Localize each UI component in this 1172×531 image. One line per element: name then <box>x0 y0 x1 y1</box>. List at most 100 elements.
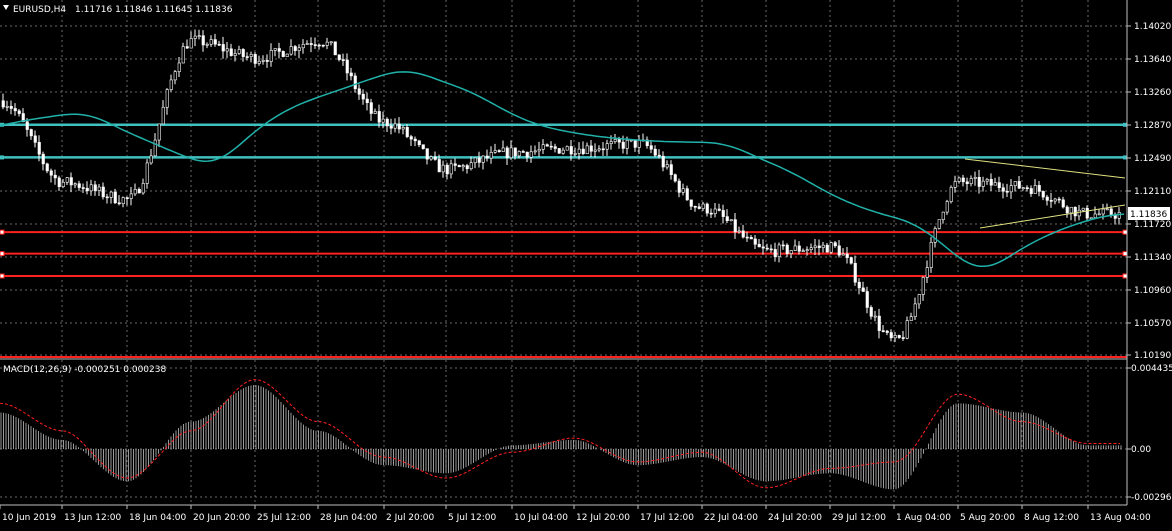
candle-body <box>409 136 413 140</box>
candle-body <box>885 330 889 333</box>
candle-body <box>553 146 557 149</box>
candle-body <box>557 148 561 154</box>
candle-body <box>729 219 733 222</box>
candle-body <box>837 245 841 256</box>
candle-body <box>465 165 469 169</box>
candle-body <box>1053 198 1057 202</box>
candle-body <box>925 267 929 278</box>
candle-body <box>45 163 49 172</box>
candle-body <box>697 206 701 209</box>
level-handle[interactable] <box>1123 122 1127 127</box>
candle-body <box>713 208 717 214</box>
candle-body <box>461 165 465 168</box>
candle-body <box>149 155 153 164</box>
candle-body <box>349 72 353 77</box>
candle-body <box>73 183 77 186</box>
level-handle[interactable] <box>1122 273 1128 279</box>
candle-body <box>1013 181 1017 186</box>
price-tick-label: 1.10570 <box>1134 319 1171 329</box>
candle-body <box>165 89 169 108</box>
candle-body <box>921 277 925 295</box>
candle-body <box>693 206 697 208</box>
macd-tick-label: 0.004435 <box>1131 364 1172 374</box>
candle-body <box>97 186 101 191</box>
candle-body <box>609 141 613 144</box>
candle-body <box>105 196 109 199</box>
candle-body <box>529 151 533 158</box>
candle-body <box>497 150 501 152</box>
candle-body <box>525 151 529 158</box>
candle-body <box>481 155 485 163</box>
candle-body <box>1 100 5 108</box>
candle-body <box>889 332 893 339</box>
candle-body <box>929 241 933 268</box>
candle-body <box>353 75 357 90</box>
candle-body <box>317 44 321 47</box>
candle-body <box>457 165 461 168</box>
price-tick-label: 1.13260 <box>1134 88 1171 98</box>
candle-body <box>813 245 817 249</box>
candle-body <box>81 187 85 189</box>
level-handle[interactable] <box>0 273 5 279</box>
candle-body <box>245 56 249 58</box>
candle-body <box>17 110 21 114</box>
candle-body <box>621 141 625 149</box>
candle-body <box>1073 206 1077 217</box>
level-handle[interactable] <box>1122 251 1128 257</box>
time-tick-label: 28 Jun 04:00 <box>320 513 377 523</box>
candle-body <box>633 139 637 148</box>
candle-body <box>701 203 705 209</box>
candle-body <box>873 315 877 318</box>
current-price-marker: 1.11836 <box>1128 207 1170 220</box>
candle-body <box>993 182 997 186</box>
candle-body <box>345 59 349 74</box>
candle-body <box>85 187 89 192</box>
candle-body <box>741 230 745 238</box>
level-handle[interactable] <box>0 229 5 235</box>
candle-body <box>913 303 917 317</box>
candle-body <box>765 247 769 250</box>
candle-body <box>1009 185 1013 193</box>
candle-body <box>209 39 213 45</box>
candle-body <box>357 88 361 95</box>
candle-body <box>1085 207 1089 219</box>
candle-body <box>1065 206 1069 214</box>
candle-body <box>953 181 957 188</box>
time-tick-label: 22 Jul 04:00 <box>704 513 758 523</box>
candle-body <box>681 188 685 193</box>
candle-body <box>453 163 457 166</box>
candle-body <box>521 151 525 153</box>
level-handle[interactable] <box>1123 155 1127 160</box>
candle-body <box>985 179 989 182</box>
candle-body <box>77 183 81 188</box>
candle-body <box>653 148 657 156</box>
chart-window[interactable]: 1.14020 1.13640 1.13260 1.12870 1.12490 1.121… <box>0 0 1172 527</box>
candle-body <box>197 35 201 38</box>
level-handle[interactable] <box>0 155 4 160</box>
candle-body <box>597 148 601 151</box>
candle-body <box>969 178 973 184</box>
candle-body <box>193 35 197 39</box>
candle-body <box>109 191 113 198</box>
level-handle[interactable] <box>1122 229 1128 235</box>
candle-body <box>869 307 873 317</box>
candle-body <box>469 162 473 169</box>
candle-body <box>337 54 341 60</box>
candle-body <box>593 149 597 152</box>
level-handle[interactable] <box>0 251 5 257</box>
candle-body <box>825 244 829 253</box>
candle-body <box>581 148 585 154</box>
time-tick-label: 18 Jun 04:00 <box>129 513 186 523</box>
candle-body <box>253 54 257 64</box>
candle-body <box>309 43 313 45</box>
candle-body <box>973 177 977 179</box>
candle-body <box>877 315 881 331</box>
symbol-label: EURUSD,H4 <box>13 5 66 15</box>
candle-body <box>957 177 961 182</box>
candle-body <box>413 138 417 142</box>
candle-body <box>565 146 569 151</box>
candle-body <box>657 154 661 157</box>
candle-body <box>1069 206 1073 214</box>
candle-body <box>537 148 541 152</box>
candle-body <box>1041 191 1045 198</box>
